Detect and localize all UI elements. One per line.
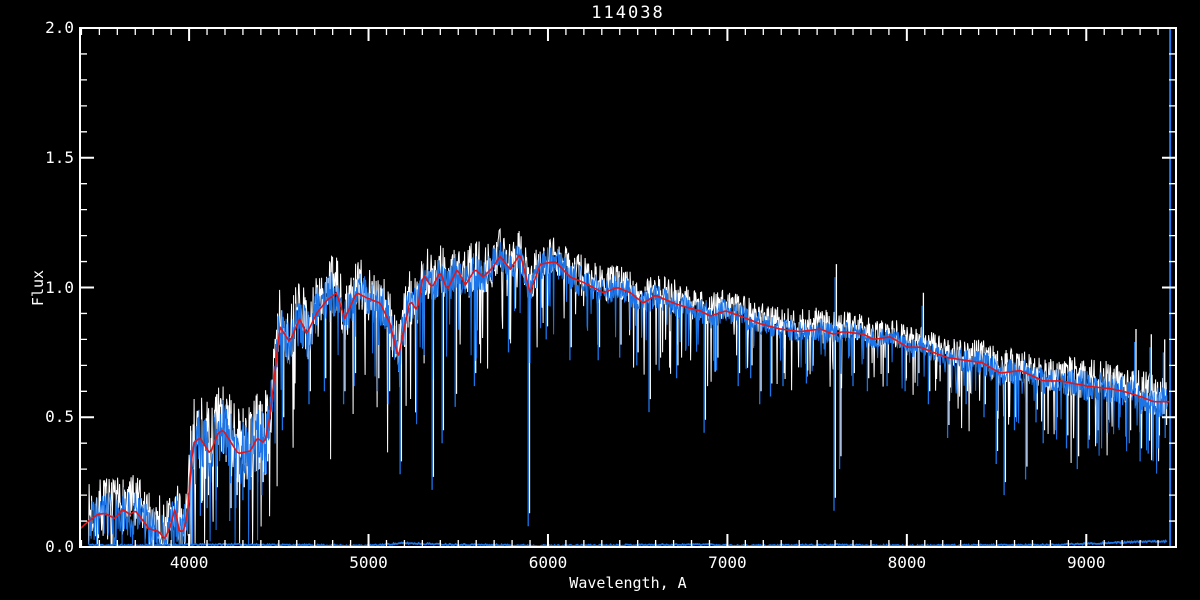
x-tick-label: 5000 [349,553,388,572]
x-tick-label: 7000 [708,553,747,572]
spectrum-plot-window: 114038 Wavelength, A Flux 4000 5000 6000 70… [0,0,1200,600]
plot-canvas [79,27,1177,548]
x-tick-label: 9000 [1067,553,1106,572]
y-tick-label: 0.5 [45,407,74,427]
error-spectrum-line [88,539,1168,548]
y-tick-label: 0.0 [45,537,74,556]
x-tick-label: 4000 [169,553,209,572]
x-axis-label: Wavelength, A [569,574,687,592]
x-tick-label: 8000 [887,553,927,572]
x-tick-label: 6000 [528,553,568,572]
y-tick-label: 2.0 [45,18,74,37]
y-tick-label: 1.5 [45,147,74,167]
plot-title: 114038 [591,3,665,23]
y-tick-label: 1.0 [45,277,74,297]
